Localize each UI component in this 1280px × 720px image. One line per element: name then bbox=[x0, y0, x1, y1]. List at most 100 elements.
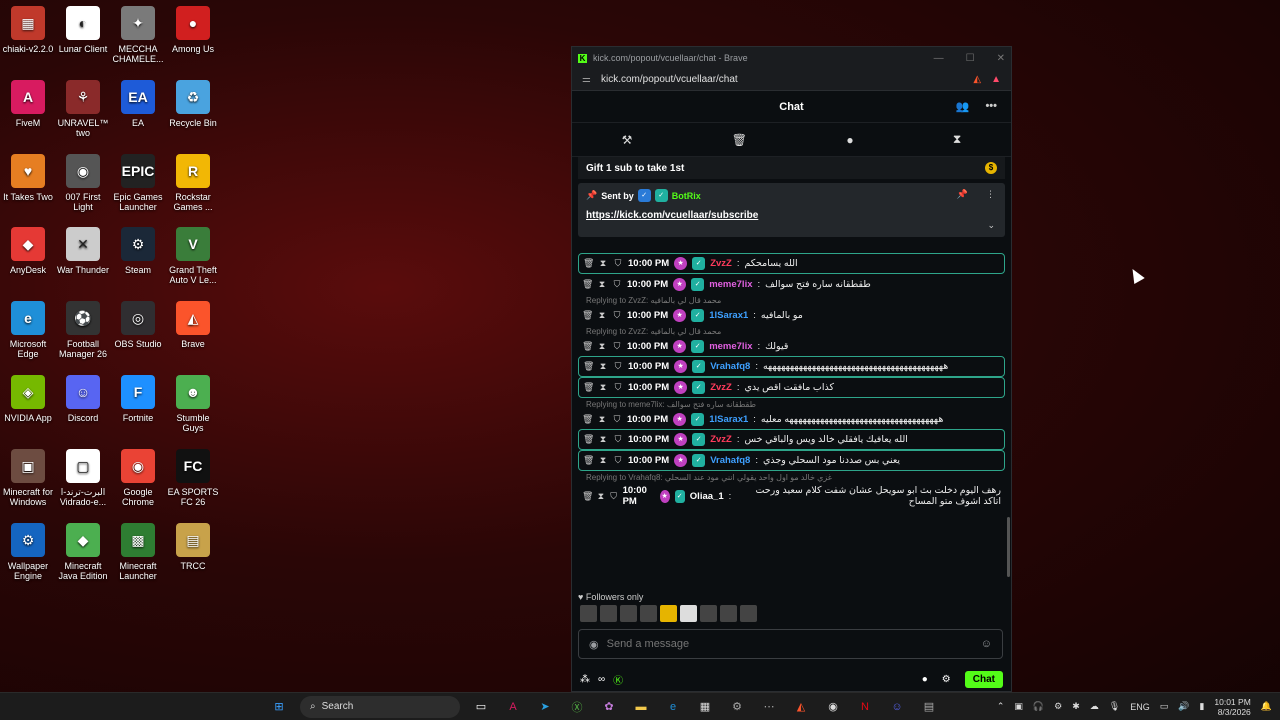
taskbar-search[interactable]: ⌕ Search bbox=[300, 695, 460, 718]
chat-message[interactable]: 🗑 ⧗ ⛉ 10:00 PM ★ ✓ meme7lix: قيولك bbox=[578, 336, 1005, 356]
desktop-icon[interactable]: EPIC Epic Games Launcher bbox=[110, 153, 166, 226]
emote[interactable] bbox=[600, 605, 617, 622]
fivem-taskbar-icon[interactable]: A bbox=[502, 697, 524, 717]
emote[interactable] bbox=[640, 605, 657, 622]
desktop-icon[interactable]: V Grand Theft Auto V Le... bbox=[165, 227, 221, 299]
hourglass-icon[interactable]: ⧗ bbox=[953, 132, 961, 147]
timeout-hourglass-icon[interactable]: ⧗ bbox=[597, 491, 605, 502]
minimize-icon[interactable]: — bbox=[934, 53, 944, 64]
desktop-icon[interactable]: ◆ Minecraft Java Edition bbox=[55, 522, 111, 595]
emoji-icon[interactable]: ☺ bbox=[981, 638, 992, 650]
pinned-sender[interactable]: BotRix bbox=[672, 191, 701, 201]
xbox-icon[interactable]: Ⓧ bbox=[566, 697, 588, 717]
copilot-icon[interactable]: ✿ bbox=[598, 697, 620, 717]
display-icon[interactable]: ▭ bbox=[1160, 701, 1169, 712]
delete-icon[interactable]: 🗑 bbox=[583, 382, 594, 393]
settings-gear-icon[interactable]: ⚙ bbox=[942, 674, 951, 685]
desktop-icon[interactable]: ⚘ UNRAVEL™ two bbox=[55, 79, 111, 152]
chat-message[interactable]: 🗑 ⧗ ⛉ 10:00 PM ★ ✓ meme7lix: طقطقانه ساره فتح س… bbox=[578, 274, 1005, 294]
message-username[interactable]: ZvzZ bbox=[710, 382, 732, 393]
emote[interactable] bbox=[680, 605, 697, 622]
timeout-hourglass-icon[interactable]: ⧗ bbox=[597, 279, 607, 290]
desktop-icon[interactable]: ⚙ Steam bbox=[110, 227, 166, 299]
delete-icon[interactable]: 🗑 bbox=[583, 258, 594, 269]
close-icon[interactable]: ✕ bbox=[997, 53, 1005, 64]
edge-taskbar-icon[interactable]: e bbox=[662, 697, 684, 717]
ban-shield-icon[interactable]: ⛉ bbox=[612, 341, 622, 352]
chevron-down-icon[interactable]: ⌄ bbox=[987, 220, 995, 231]
ban-shield-icon[interactable]: ⛉ bbox=[613, 455, 623, 466]
desktop-icon[interactable]: A FiveM bbox=[0, 79, 56, 152]
reply-preview[interactable]: Replying to meme7lix: طقطقانه ساره فتح س… bbox=[578, 398, 1005, 409]
desktop-icon[interactable]: ⚙ Wallpaper Engine bbox=[0, 522, 56, 595]
desktop-icon[interactable]: ⚽ Football Manager 26 bbox=[55, 301, 111, 373]
reply-preview[interactable]: Replying to Vrahafq8: غزي خالد مو اول وا… bbox=[578, 471, 1005, 482]
timeout-hourglass-icon[interactable]: ⧗ bbox=[597, 414, 607, 425]
delete-icon[interactable]: 🗑 bbox=[582, 310, 593, 321]
emote[interactable] bbox=[580, 605, 597, 622]
desktop-icon[interactable]: ◉ 007 First Light bbox=[55, 153, 111, 226]
ban-shield-icon[interactable]: ⛉ bbox=[612, 310, 622, 321]
chat-message[interactable]: 🗑 ⧗ ⛉ 10:00 PM ★ ✓ Vrahafq8: هههههههههههههههههه… bbox=[578, 356, 1005, 377]
chat-bubble-icon[interactable]: ● bbox=[846, 133, 853, 147]
ban-shield-icon[interactable]: ⛉ bbox=[612, 279, 622, 290]
delete-icon[interactable]: 🗑 bbox=[583, 455, 594, 466]
emote[interactable] bbox=[740, 605, 757, 622]
reply-preview[interactable]: Replying to ZvzZ: محمد قال لي بالمافيه bbox=[578, 294, 1005, 305]
trash-icon[interactable]: 🗑 bbox=[732, 133, 747, 147]
desktop-icon[interactable]: FC EA SPORTS FC 26 bbox=[165, 448, 221, 521]
battery-icon[interactable]: ▮ bbox=[1199, 701, 1204, 712]
desktop-icon[interactable]: R Rockstar Games ... bbox=[165, 153, 221, 226]
message-input-box[interactable]: ◉ ☺ bbox=[578, 629, 1003, 659]
windows-start-icon[interactable]: ⊞ bbox=[268, 697, 290, 717]
timeout-hourglass-icon[interactable]: ⧗ bbox=[598, 434, 608, 445]
chat-message[interactable]: 🗑 ⧗ ⛉ 10:00 PM ★ ✓ Vrahafq8: يعني بس صددنا مود … bbox=[578, 450, 1005, 471]
chat-message[interactable]: 🗑 ⧗ ⛉ 10:00 PM ★ ✓ ZvzZ: كذاب مافقت اقص يدي bbox=[578, 377, 1005, 398]
message-username[interactable]: ZvzZ bbox=[710, 258, 732, 269]
message-username[interactable]: meme7lix bbox=[709, 341, 752, 352]
desktop-icon[interactable]: EA EA bbox=[110, 79, 166, 152]
address-bar[interactable]: ⚌ kick.com/popout/vcuellaar/chat ◭ ▲ bbox=[572, 69, 1011, 91]
timeout-hourglass-icon[interactable]: ⧗ bbox=[597, 341, 607, 352]
chevron-up-icon[interactable]: ⌃ bbox=[997, 701, 1005, 712]
desktop-icon[interactable]: F Fortnite bbox=[110, 375, 166, 447]
kick-icon[interactable]: Ⓚ bbox=[613, 672, 623, 687]
infinity-icon[interactable]: ∞ bbox=[598, 674, 605, 685]
timeout-hourglass-icon[interactable]: ⧗ bbox=[598, 361, 608, 372]
sub-goal-banner[interactable]: Gift 1 sub to take 1st $ bbox=[578, 157, 1005, 179]
timeout-hourglass-icon[interactable]: ⧗ bbox=[598, 455, 608, 466]
emote[interactable] bbox=[620, 605, 637, 622]
desktop-icon[interactable]: ✕ War Thunder bbox=[55, 227, 111, 299]
desktop-icon[interactable]: ◈ NVIDIA App bbox=[0, 375, 56, 447]
scrollbar[interactable] bbox=[1007, 517, 1010, 577]
delete-icon[interactable]: 🗑 bbox=[582, 279, 593, 290]
desktop-icon[interactable]: ♥ It Takes Two bbox=[0, 153, 56, 226]
desktop-icon[interactable]: ◭ Brave bbox=[165, 301, 221, 373]
message-username[interactable]: 1lSarax1 bbox=[709, 310, 748, 321]
desktop-icon[interactable]: ☻ Stumble Guys bbox=[165, 375, 221, 447]
settings-app-icon[interactable]: ⚙ bbox=[726, 697, 748, 717]
desktop-icon[interactable]: ▦ chiaki-v2.2.0 bbox=[0, 6, 56, 78]
ban-shield-icon[interactable]: ⛉ bbox=[613, 382, 623, 393]
chat-message[interactable]: 🗑 ⧗ ⛉ 10:00 PM ★ ✓ ZvzZ: الله يعافيك يافقلي خال… bbox=[578, 429, 1005, 450]
delete-icon[interactable]: 🗑 bbox=[582, 491, 593, 502]
hammer-icon[interactable]: ⚒ bbox=[622, 133, 633, 147]
notification-icon[interactable]: 🔔 bbox=[1261, 701, 1272, 712]
delete-icon[interactable]: 🗑 bbox=[583, 361, 594, 372]
users-icon[interactable]: 👥 bbox=[956, 100, 970, 113]
headset-icon[interactable]: 🎧 bbox=[1033, 701, 1044, 712]
bluetooth-icon[interactable]: ✱ bbox=[1072, 701, 1080, 712]
desktop-icon[interactable]: ▣ Minecraft for Windows bbox=[0, 448, 56, 521]
steam-tray-icon[interactable]: ⚙ bbox=[1054, 701, 1062, 712]
brave-shields-icon[interactable]: ◭ bbox=[973, 74, 981, 85]
chat-bubble-icon[interactable]: ● bbox=[922, 674, 928, 685]
pinned-options-icon[interactable]: ⋮ bbox=[986, 189, 995, 200]
delete-icon[interactable]: 🗑 bbox=[582, 414, 593, 425]
chat-message[interactable]: 🗑 ⧗ ⛉ 10:00 PM ★ ✓ 1lSarax1: هههههههههههههههههه… bbox=[578, 409, 1005, 429]
emote[interactable] bbox=[660, 605, 677, 622]
desktop-icon[interactable]: ▢ البرت-ترند-ا Vidrado-e... bbox=[55, 448, 111, 521]
desktop-icon[interactable]: ● Among Us bbox=[165, 6, 221, 78]
delete-icon[interactable]: 🗑 bbox=[583, 434, 594, 445]
message-username[interactable]: 1lSarax1 bbox=[709, 414, 748, 425]
desktop-icon[interactable]: ◆ AnyDesk bbox=[0, 227, 56, 299]
